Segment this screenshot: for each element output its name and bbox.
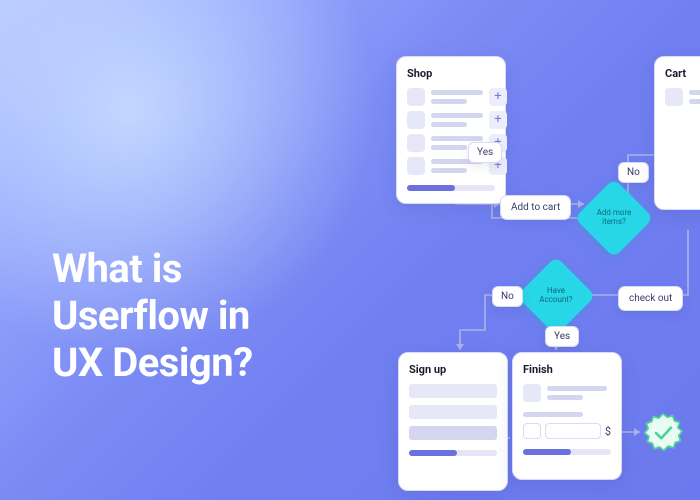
decision-have-account-label: Have Account? bbox=[528, 268, 584, 324]
decision-have-account: Have Account? bbox=[516, 256, 595, 335]
price-field: $ bbox=[523, 423, 611, 439]
list-item: + bbox=[407, 88, 495, 106]
item-thumb bbox=[407, 88, 425, 106]
list-item bbox=[523, 384, 611, 402]
action-check-out[interactable]: check out bbox=[618, 286, 683, 311]
form-field[interactable] bbox=[409, 426, 497, 440]
card-signup-title: Sign up bbox=[409, 363, 497, 376]
progress-bar bbox=[407, 185, 495, 191]
currency-symbol: $ bbox=[605, 425, 611, 438]
add-item-button[interactable]: + bbox=[489, 111, 507, 129]
flow-diagram: Shop + + + + Yes Add to cart Add more it… bbox=[0, 0, 700, 500]
item-thumb bbox=[407, 134, 425, 152]
action-add-to-cart[interactable]: Add to cart bbox=[500, 195, 571, 220]
price-box[interactable] bbox=[545, 423, 601, 439]
card-finish-title: Finish bbox=[523, 363, 611, 376]
card-cart-title: Cart bbox=[665, 67, 700, 80]
decision-add-more-label: Add more items? bbox=[586, 190, 642, 246]
list-item: + bbox=[407, 111, 495, 129]
qty-box[interactable] bbox=[523, 423, 541, 439]
progress-bar bbox=[523, 449, 611, 455]
card-finish: Finish $ bbox=[512, 352, 622, 480]
item-thumb bbox=[523, 384, 541, 402]
list-item bbox=[665, 88, 700, 106]
branch-yes-upper: Yes bbox=[468, 142, 502, 163]
add-item-button[interactable]: + bbox=[489, 88, 507, 106]
item-thumb bbox=[407, 111, 425, 129]
item-thumb bbox=[407, 157, 425, 175]
branch-no-upper: No bbox=[618, 162, 649, 183]
branch-yes-lower: Yes bbox=[545, 326, 579, 347]
form-field[interactable] bbox=[409, 405, 497, 419]
form-field[interactable] bbox=[409, 384, 497, 398]
card-shop-title: Shop bbox=[407, 67, 495, 80]
branch-no-lower: No bbox=[492, 286, 523, 307]
decision-add-more: Add more items? bbox=[574, 178, 653, 257]
item-thumb bbox=[665, 88, 683, 106]
card-shop: Shop + + + + bbox=[396, 56, 506, 204]
card-cart: Cart bbox=[654, 56, 700, 210]
card-signup: Sign up bbox=[398, 352, 508, 491]
progress-bar bbox=[409, 450, 497, 456]
success-seal-icon bbox=[642, 412, 684, 454]
